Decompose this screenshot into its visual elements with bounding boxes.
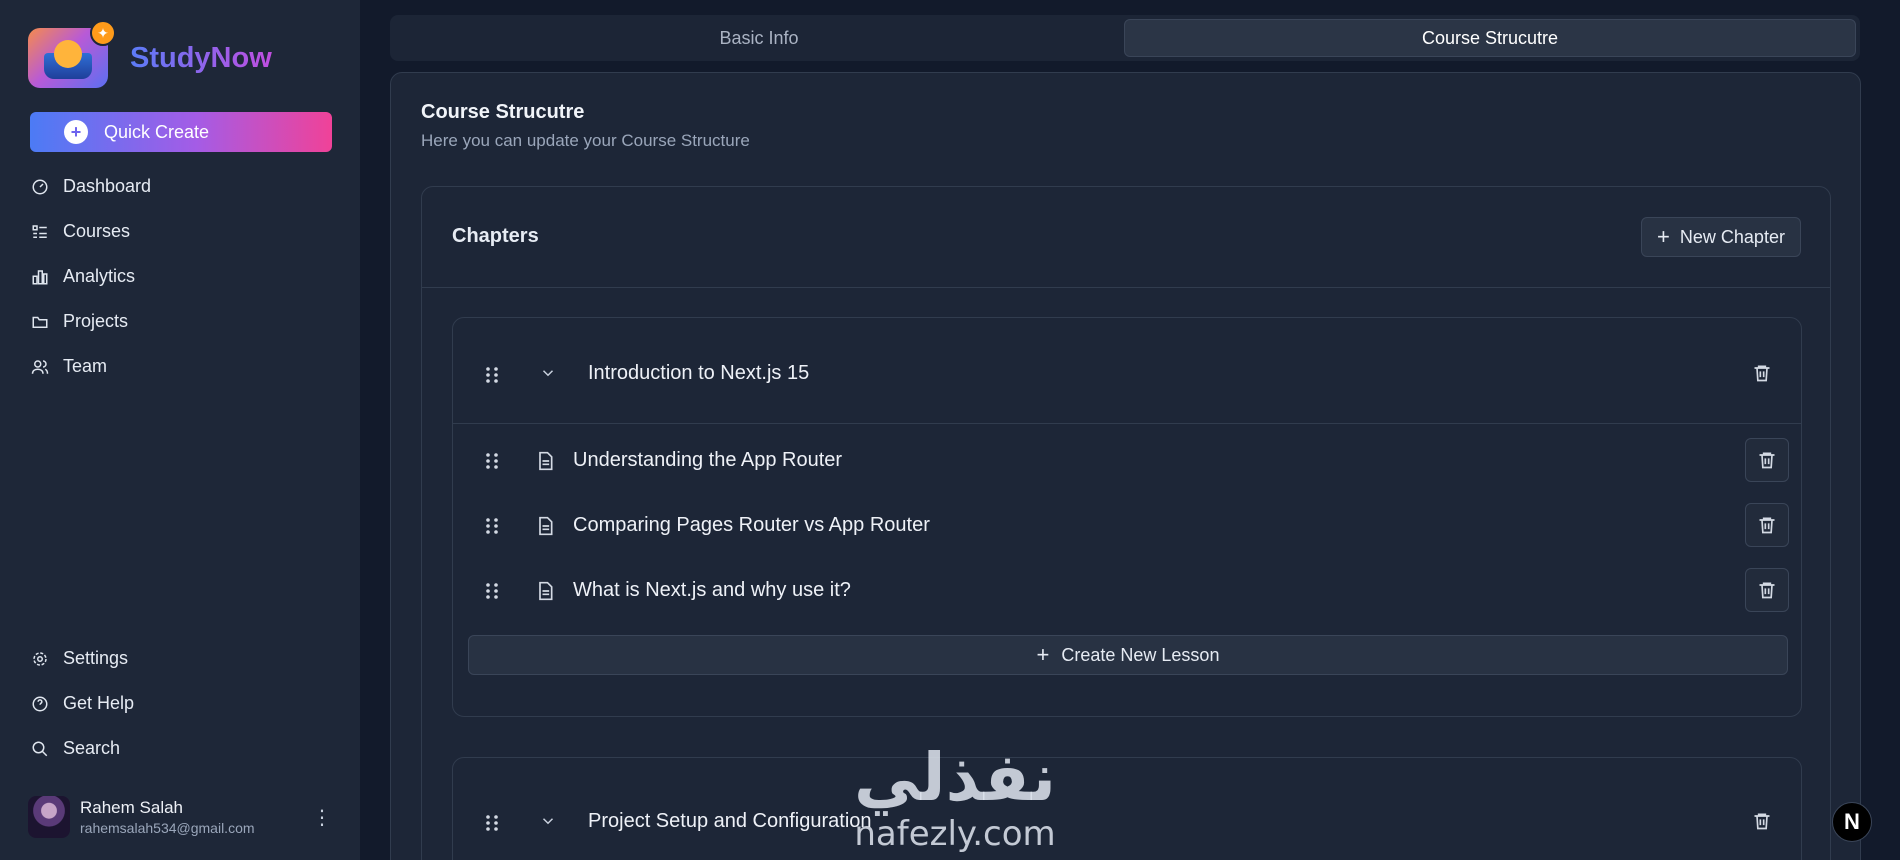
grip-icon[interactable] — [485, 366, 499, 384]
delete-lesson-button[interactable] — [1745, 568, 1789, 612]
nav-item-dashboard[interactable]: Dashboard — [28, 164, 332, 209]
nav-label: Analytics — [63, 266, 136, 286]
user-email: rahemsalah534@gmail.com — [80, 820, 255, 836]
grip-icon[interactable] — [485, 814, 499, 832]
lesson-item[interactable]: Understanding the App Router — [453, 438, 1803, 484]
nav-label: Settings — [63, 648, 129, 668]
lesson-item[interactable]: Comparing Pages Router vs App Router — [453, 503, 1803, 549]
chapters-panel: Chapters + New Chapter Introduction to N… — [421, 186, 1831, 860]
dashboard-icon — [30, 177, 50, 197]
create-lesson-button[interactable]: + Create New Lesson — [468, 635, 1788, 675]
brand-logo: ✦ — [28, 20, 116, 88]
chapters-title: Chapters — [452, 225, 539, 247]
create-lesson-label: Create New Lesson — [1061, 644, 1220, 665]
nav-label: Courses — [63, 221, 131, 241]
nav-label: Projects — [63, 311, 129, 331]
more-vertical-icon[interactable]: ⋮ — [312, 805, 332, 830]
quick-create-button[interactable]: + Quick Create — [30, 112, 332, 152]
help-circle-icon — [30, 694, 50, 714]
sidebar: ✦ StudyNow + Quick Create Dashboard Cour… — [0, 0, 360, 860]
tab-basic-info[interactable]: Basic Info — [394, 19, 1124, 57]
logo-sun — [54, 40, 82, 68]
users-icon — [30, 357, 50, 377]
chapter-title: Project Setup and Configuration — [588, 810, 872, 832]
lesson-list: Understanding the App Router Comparing P… — [453, 423, 1801, 715]
gear-icon — [30, 649, 50, 669]
watermark-arabic: نفذلي — [854, 739, 1056, 816]
user-profile[interactable]: Rahem Salah rahemsalah534@gmail.com ⋮ — [28, 796, 332, 838]
lesson-title: Comparing Pages Router vs App Router — [573, 514, 930, 536]
lesson-item[interactable]: What is Next.js and why use it? — [453, 568, 1803, 614]
user-info: Rahem Salah rahemsalah534@gmail.com — [80, 798, 312, 836]
lesson-title: Understanding the App Router — [573, 449, 843, 471]
watermark-latin: nafezly.com — [854, 814, 1056, 854]
nav-label: Dashboard — [63, 176, 152, 196]
nav-label: Get Help — [63, 693, 135, 713]
nav-label: Search — [63, 738, 121, 758]
trash-icon[interactable] — [1752, 363, 1772, 383]
brand-name: StudyNow — [130, 41, 272, 74]
grip-icon[interactable] — [485, 517, 499, 535]
nav-item-team[interactable]: Team — [28, 344, 332, 389]
file-text-icon — [539, 581, 553, 601]
folder-icon — [30, 312, 50, 332]
new-chapter-button[interactable]: + New Chapter — [1641, 217, 1801, 257]
lesson-title: What is Next.js and why use it? — [573, 579, 851, 601]
watermark: نفذلي nafezly.com — [835, 740, 1075, 860]
new-chapter-label: New Chapter — [1679, 226, 1785, 247]
trash-icon — [1759, 517, 1775, 534]
nav-item-analytics[interactable]: Analytics — [28, 254, 332, 299]
trash-icon — [1759, 582, 1775, 599]
delete-lesson-button[interactable] — [1745, 503, 1789, 547]
card-title: Course Strucutre — [421, 101, 585, 123]
nav-item-projects[interactable]: Projects — [28, 299, 332, 344]
file-text-icon — [539, 451, 553, 471]
chevron-down-icon[interactable] — [539, 364, 557, 382]
nextjs-dev-badge[interactable]: N — [1832, 802, 1872, 842]
sparkle-icon: ✦ — [90, 20, 116, 46]
chevron-down-icon[interactable] — [539, 812, 557, 830]
avatar — [28, 796, 70, 838]
chapter-header: Project Setup and Configuration — [453, 758, 1801, 860]
trash-icon[interactable] — [1752, 811, 1772, 831]
grip-icon[interactable] — [485, 582, 499, 600]
chapter-title: Introduction to Next.js 15 — [588, 362, 810, 384]
user-name: Rahem Salah — [80, 798, 184, 817]
nav-item-get-help[interactable]: Get Help — [28, 681, 134, 726]
nav-item-search[interactable]: Search — [28, 726, 134, 771]
bar-chart-icon — [30, 267, 50, 287]
delete-lesson-button[interactable] — [1745, 438, 1789, 482]
chapter-item: Introduction to Next.js 15 Understanding… — [452, 317, 1802, 717]
list-icon — [30, 222, 50, 242]
search-icon — [30, 739, 50, 759]
nav-item-settings[interactable]: Settings — [28, 636, 134, 681]
tab-list: Basic Info Course Strucutre — [390, 15, 1860, 61]
nav-item-courses[interactable]: Courses — [28, 209, 332, 254]
file-text-icon — [539, 516, 553, 536]
brand[interactable]: ✦ StudyNow — [28, 20, 332, 88]
grip-icon[interactable] — [485, 452, 499, 470]
plus-icon: + — [1036, 642, 1050, 667]
chapter-item: Project Setup and Configuration — [452, 757, 1802, 860]
chapters-header: Chapters + New Chapter — [422, 187, 1830, 288]
trash-icon — [1759, 452, 1775, 469]
nav-secondary: Settings Get Help Search — [28, 636, 134, 771]
quick-create-label: Quick Create — [104, 121, 210, 142]
chapter-header: Introduction to Next.js 15 — [453, 318, 1801, 423]
course-structure-card: Course Strucutre Here you can update you… — [390, 72, 1861, 860]
tab-course-structure[interactable]: Course Strucutre — [1124, 19, 1856, 57]
nav-label: Team — [63, 356, 108, 376]
plus-circle-icon: + — [64, 120, 88, 144]
card-subtitle: Here you can update your Course Structur… — [421, 131, 750, 150]
plus-icon: + — [1657, 224, 1670, 249]
